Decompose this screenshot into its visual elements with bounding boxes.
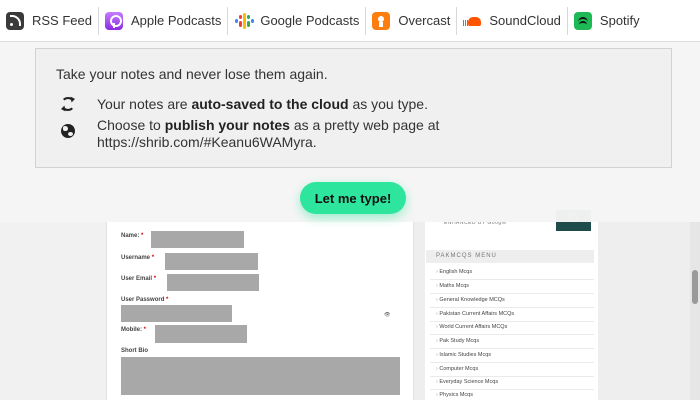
publish-bold: publish your notes (164, 117, 290, 133)
menu-item[interactable]: Pakistan Current Affairs MCQs (436, 311, 514, 317)
menu-divider (430, 321, 594, 322)
spotify-link[interactable]: Spotify (568, 0, 646, 42)
publish-prefix: Choose to (97, 117, 165, 133)
apple-podcasts-icon (104, 11, 123, 30)
notice-title: Take your notes and never lose them agai… (56, 66, 328, 82)
publish-url: https://shrib.com/#Keanu6WAMyra. (97, 134, 317, 150)
menu-item[interactable]: English Mcqs (436, 269, 472, 275)
let-me-type-button[interactable]: Let me type! (300, 182, 406, 214)
menu-item[interactable]: General Knowledge MCQs (436, 297, 504, 303)
autosave-suffix: as you type. (348, 96, 428, 112)
publish-text: Choose to publish your notes as a pretty… (97, 117, 439, 151)
overcast-icon (372, 11, 391, 30)
sync-icon (61, 97, 75, 111)
menu-divider (430, 362, 594, 363)
spotify-icon (573, 11, 592, 30)
autosave-text: Your notes are auto-saved to the cloud a… (97, 96, 428, 113)
menu-divider (430, 389, 594, 390)
apple-podcasts-link[interactable]: Apple Podcasts (99, 0, 227, 42)
menu-divider (430, 376, 594, 377)
mobile-label-text: Mobile: (121, 327, 142, 333)
password-toggle[interactable]: 👁 (384, 312, 390, 318)
password-input[interactable] (121, 305, 232, 322)
required-mark: * (166, 297, 169, 303)
google-podcasts-link[interactable]: Google Podcasts (228, 0, 365, 42)
username-label-text: Username (121, 255, 151, 261)
notice-row-publish: Choose to publish your notes as a pretty… (56, 117, 656, 153)
required-mark: * (151, 255, 155, 261)
soundcloud-label: SoundCloud (489, 13, 561, 28)
password-label-text: User Password (121, 297, 165, 303)
globe-icon (61, 124, 75, 138)
podcast-subscribe-bar: RSS Feed Apple Podcasts Google Podcasts … (0, 0, 700, 42)
spotify-label: Spotify (599, 13, 640, 28)
menu-item[interactable]: Pak Study Mcqs (436, 338, 479, 344)
overcast-link[interactable]: Overcast (366, 0, 456, 42)
name-label-text: Name: (121, 233, 140, 239)
rss-feed-label: RSS Feed (32, 13, 92, 28)
menu-divider (430, 279, 594, 280)
scrollbar-track[interactable] (690, 220, 700, 400)
name-label: Name: * (121, 233, 143, 239)
menu-item[interactable]: Maths Mcqs (436, 283, 469, 289)
apple-podcasts-label: Apple Podcasts (130, 13, 222, 28)
mobile-input[interactable] (155, 325, 247, 343)
bio-label: Short Bio (121, 348, 148, 354)
bio-textarea[interactable] (121, 357, 400, 395)
google-podcasts-icon (234, 12, 254, 30)
scrollbar-thumb[interactable] (692, 270, 698, 304)
password-label: User Password * (121, 297, 168, 303)
notice-panel: Take your notes and never lose them agai… (35, 48, 672, 168)
name-input[interactable] (151, 231, 244, 248)
menu-divider (430, 348, 594, 349)
menu-divider (430, 334, 594, 335)
autosave-prefix: Your notes are (97, 96, 192, 112)
email-label: User Email * (121, 276, 156, 282)
username-label: Username * (121, 255, 154, 261)
publish-suffix: as a pretty web page at (289, 117, 440, 133)
menu-item[interactable]: World Current Affairs MCQs (436, 324, 507, 330)
menu-item[interactable]: Islamic Studies Mcqs (436, 352, 491, 358)
overcast-label: Overcast (398, 13, 451, 28)
required-mark: * (143, 327, 147, 333)
email-label-text: User Email (121, 276, 153, 282)
soundcloud-link[interactable]: SoundCloud (457, 0, 567, 42)
rss-icon (6, 11, 24, 30)
menu-item[interactable]: Physics Mcqs (436, 392, 473, 398)
autosave-bold: auto-saved to the cloud (191, 96, 349, 112)
menu-divider (430, 293, 594, 294)
menu-item[interactable]: Everyday Science Mcqs (436, 379, 498, 385)
google-podcasts-label: Google Podcasts (260, 13, 360, 28)
menu-divider (430, 307, 594, 308)
required-mark: * (141, 233, 144, 239)
menu-item[interactable]: Computer Mcqs (436, 366, 478, 372)
email-input[interactable] (167, 274, 259, 291)
menu-title: PAKMCQS MENU (426, 250, 594, 263)
soundcloud-icon (463, 12, 482, 30)
mobile-label: Mobile: * (121, 327, 146, 333)
required-mark: * (153, 276, 157, 282)
notice-row-autosave: Your notes are auto-saved to the cloud a… (56, 96, 656, 114)
rss-feed-link[interactable]: RSS Feed (0, 0, 98, 42)
username-input[interactable] (165, 253, 258, 270)
